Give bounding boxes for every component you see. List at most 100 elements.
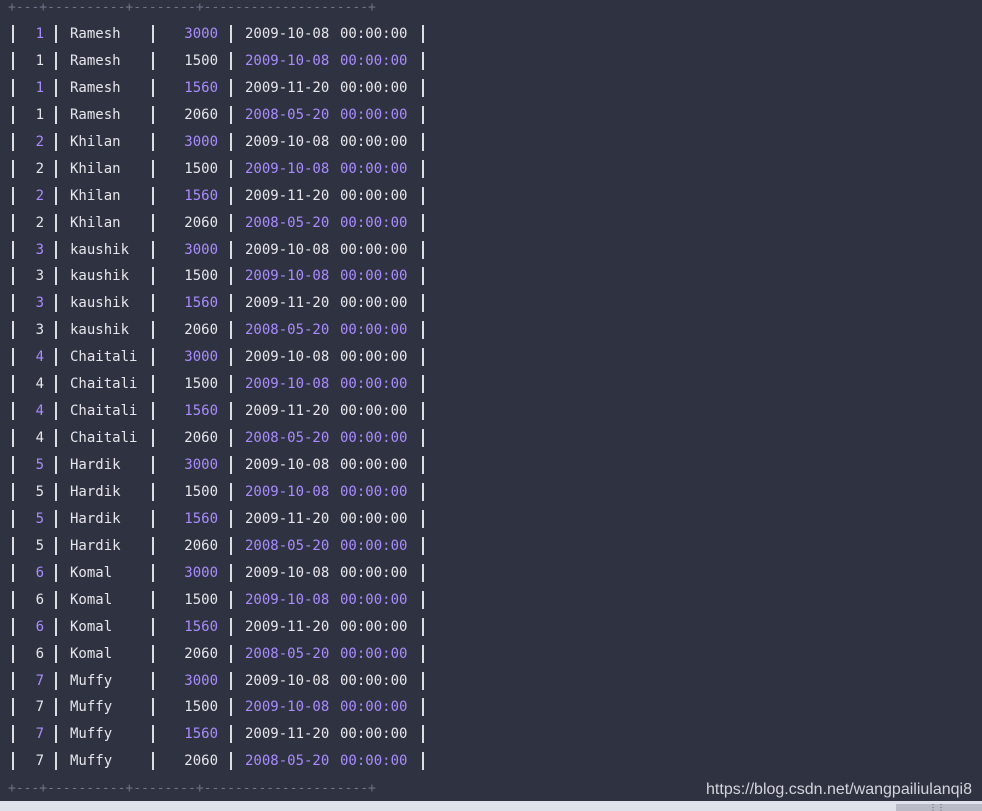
column-separator xyxy=(12,671,14,690)
table-row: 5 Hardik 3000 2009-10-08 00:00:00 xyxy=(0,452,440,479)
cell-time: 00:00:00 xyxy=(340,564,408,581)
cell-id: 5 xyxy=(35,510,44,527)
cell-time: 00:00:00 xyxy=(340,403,408,420)
column-separator xyxy=(230,375,232,394)
column-separator xyxy=(12,456,14,474)
column-separator xyxy=(422,105,424,124)
cell-date: 2009-10-08 xyxy=(245,52,330,69)
column-separator xyxy=(12,482,14,501)
cell-date: 2008-05-20 xyxy=(245,214,330,231)
cell-id: 4 xyxy=(35,403,44,420)
column-separator xyxy=(152,51,154,70)
cell-date: 2009-11-20 xyxy=(245,726,330,743)
column-separator xyxy=(152,240,154,259)
column-separator xyxy=(55,725,57,744)
column-separator xyxy=(55,563,57,582)
column-separator xyxy=(12,375,14,394)
column-separator xyxy=(55,752,57,771)
table-bottom-border: +---+----------+--------+---------------… xyxy=(8,781,376,796)
column-separator xyxy=(55,240,57,259)
cell-id: 3 xyxy=(35,295,44,312)
cell-date: 2008-05-20 xyxy=(245,430,330,447)
column-separator xyxy=(422,482,424,501)
cell-amount: 3000 xyxy=(184,241,218,258)
table-row: 3 kaushik 3000 2009-10-08 00:00:00 xyxy=(0,237,440,264)
column-separator xyxy=(230,294,232,313)
column-separator xyxy=(55,51,57,70)
watermark: https://blog.csdn.net/wangpailiulanqi8 xyxy=(706,781,972,798)
column-separator xyxy=(230,671,232,690)
cell-amount: 2060 xyxy=(184,537,218,554)
table-row: 4 Chaitali 3000 2009-10-08 00:00:00 xyxy=(0,344,440,371)
cell-id: 5 xyxy=(35,483,44,500)
cell-time: 00:00:00 xyxy=(340,187,408,204)
table-row: 7 Muffy 2060 2008-05-20 00:00:00 xyxy=(0,748,440,775)
column-separator xyxy=(422,617,424,636)
cell-time: 00:00:00 xyxy=(340,133,408,150)
cell-name: kaushik xyxy=(70,268,130,285)
column-separator xyxy=(422,375,424,394)
cell-name: Ramesh xyxy=(70,52,121,69)
cell-id: 3 xyxy=(35,241,44,258)
column-separator xyxy=(230,321,232,340)
cell-time: 00:00:00 xyxy=(340,376,408,393)
cell-time: 00:00:00 xyxy=(340,160,408,177)
cell-date: 2009-11-20 xyxy=(245,403,330,420)
cell-id: 5 xyxy=(35,457,44,473)
table-row: 3 kaushik 1560 2009-11-20 00:00:00 xyxy=(0,290,440,317)
column-separator xyxy=(12,536,14,555)
column-separator xyxy=(230,509,232,528)
column-separator xyxy=(230,78,232,97)
cell-date: 2009-10-08 xyxy=(245,564,330,581)
cell-name: Muffy xyxy=(70,672,113,689)
column-separator xyxy=(152,482,154,501)
column-separator xyxy=(152,402,154,421)
cell-name: Ramesh xyxy=(70,26,121,42)
cell-time: 00:00:00 xyxy=(340,618,408,635)
column-separator xyxy=(152,671,154,690)
cell-name: Hardik xyxy=(70,483,121,500)
cell-time: 00:00:00 xyxy=(340,672,408,689)
table-row: 2 Khilan 1500 2009-10-08 00:00:00 xyxy=(0,156,440,183)
column-separator xyxy=(422,159,424,178)
table-row: 3 kaushik 2060 2008-05-20 00:00:00 xyxy=(0,317,440,344)
cell-amount: 3000 xyxy=(184,564,218,581)
cell-name: Muffy xyxy=(70,726,113,743)
cell-amount: 2060 xyxy=(184,106,218,123)
table-row: 2 Khilan 1560 2009-11-20 00:00:00 xyxy=(0,183,440,210)
cell-date: 2009-10-08 xyxy=(245,268,330,285)
column-separator xyxy=(422,509,424,528)
cell-date: 2009-10-08 xyxy=(245,26,330,42)
column-separator xyxy=(55,294,57,313)
column-separator xyxy=(55,213,57,232)
cell-name: kaushik xyxy=(70,322,130,339)
cell-amount: 1560 xyxy=(184,187,218,204)
cell-name: Komal xyxy=(70,618,113,635)
table-row: 5 Hardik 2060 2008-05-20 00:00:00 xyxy=(0,533,440,560)
cell-time: 00:00:00 xyxy=(340,322,408,339)
cell-time: 00:00:00 xyxy=(340,106,408,123)
cell-name: Hardik xyxy=(70,537,121,554)
cell-date: 2009-10-08 xyxy=(245,699,330,716)
column-separator xyxy=(55,159,57,178)
column-separator xyxy=(152,78,154,97)
cell-date: 2008-05-20 xyxy=(245,106,330,123)
column-separator xyxy=(230,213,232,232)
column-separator xyxy=(12,617,14,636)
cell-date: 2009-11-20 xyxy=(245,510,330,527)
cell-amount: 3000 xyxy=(184,133,218,150)
result-table: 1 Ramesh 3000 2009-10-08 00:00:00 1 Ramesh 1500… xyxy=(0,21,440,775)
column-separator xyxy=(12,752,14,771)
table-row: 2 Khilan 2060 2008-05-20 00:00:00 xyxy=(0,210,440,237)
column-separator xyxy=(152,563,154,582)
table-row: 1 Ramesh 2060 2008-05-20 00:00:00 xyxy=(0,102,440,129)
column-separator xyxy=(55,509,57,528)
column-separator xyxy=(12,240,14,259)
cell-id: 3 xyxy=(35,322,44,339)
cell-date: 2009-10-08 xyxy=(245,591,330,608)
resize-grip-icon[interactable]: ⋮⋮ xyxy=(929,804,945,811)
column-separator xyxy=(422,752,424,771)
horizontal-scrollbar[interactable] xyxy=(0,801,982,811)
column-separator xyxy=(422,240,424,259)
column-separator xyxy=(152,752,154,771)
